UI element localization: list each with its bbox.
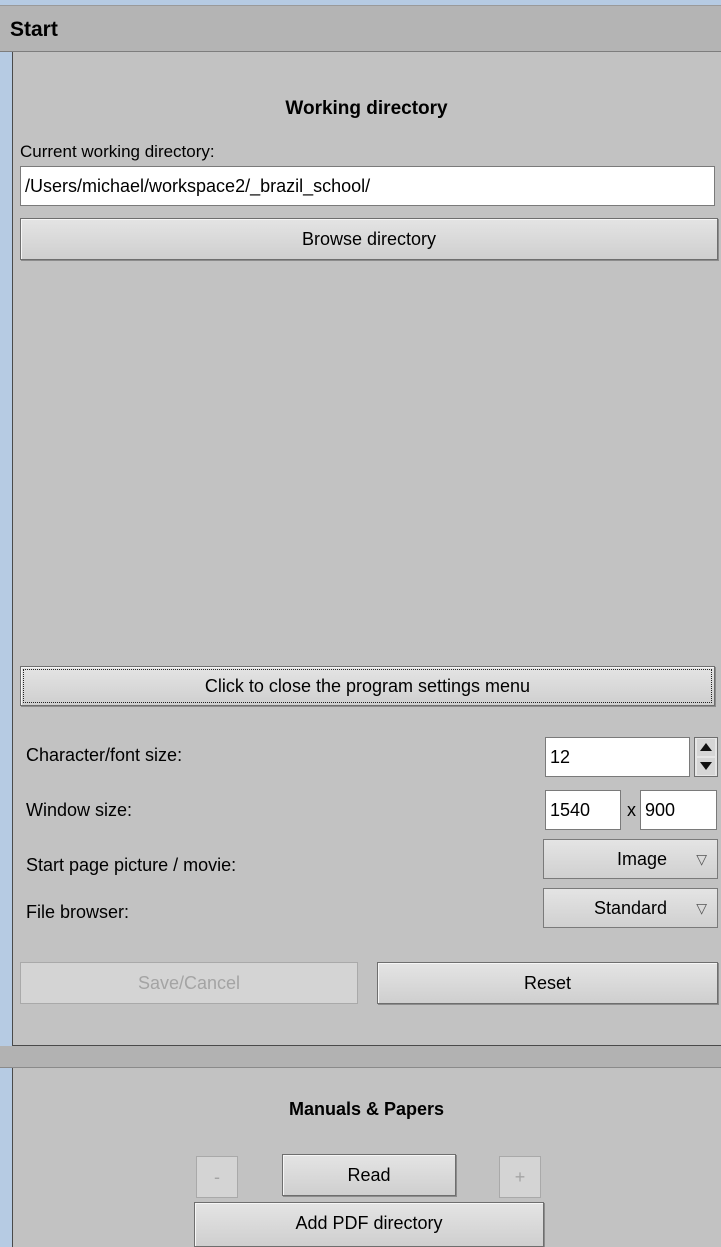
working-directory-heading: Working directory xyxy=(285,98,448,119)
font-size-label: Character/font size: xyxy=(26,745,183,765)
plus-button[interactable]: + xyxy=(499,1156,541,1198)
read-button[interactable]: Read xyxy=(282,1154,456,1196)
working-directory-path-field[interactable]: /Users/michael/workspace2/_brazil_school… xyxy=(20,166,715,206)
file-browser-selected-value: Standard xyxy=(593,898,667,918)
file-browser-dropdown[interactable]: Standard ▽ xyxy=(543,888,718,928)
stepper-down-icon[interactable] xyxy=(697,758,715,775)
window-title: Start xyxy=(10,18,58,41)
font-size-stepper[interactable] xyxy=(694,737,718,777)
window-width-input[interactable]: 1540 xyxy=(545,790,621,830)
reset-button[interactable]: Reset xyxy=(377,962,718,1004)
file-browser-label: File browser: xyxy=(26,902,130,922)
manuals-heading: Manuals & Papers xyxy=(288,1099,445,1119)
save-cancel-button[interactable]: Save/Cancel xyxy=(20,962,358,1004)
panel-divider xyxy=(0,1046,721,1068)
title-bar: Start xyxy=(0,5,721,52)
dropdown-arrow-icon: ▽ xyxy=(696,851,707,867)
browse-directory-button[interactable]: Browse directory xyxy=(20,218,718,260)
minus-button[interactable]: - xyxy=(196,1156,238,1198)
stepper-up-icon[interactable] xyxy=(697,739,715,756)
window-size-separator: x xyxy=(627,800,636,820)
start-page-label: Start page picture / movie: xyxy=(26,855,237,875)
close-settings-button[interactable]: Click to close the program settings menu xyxy=(20,666,715,706)
add-pdf-directory-button[interactable]: Add PDF directory xyxy=(194,1202,544,1247)
font-size-input[interactable]: 12 xyxy=(545,737,690,777)
current-directory-label: Current working directory: xyxy=(20,142,215,161)
window-size-label: Window size: xyxy=(26,800,133,820)
start-page-dropdown[interactable]: Image ▽ xyxy=(543,839,718,879)
start-page-selected-value: Image xyxy=(616,849,667,869)
window-height-input[interactable]: 900 xyxy=(640,790,717,830)
dropdown-arrow-icon: ▽ xyxy=(696,900,707,916)
